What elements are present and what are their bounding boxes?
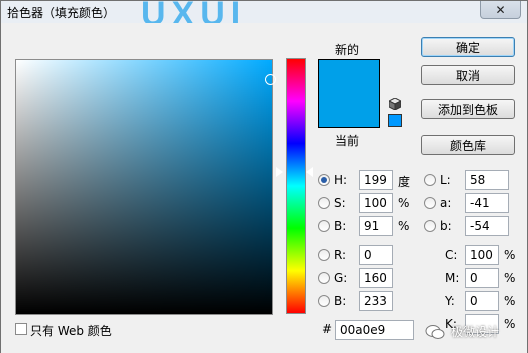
hue-label: H:: [334, 173, 348, 187]
black-unit: %: [504, 317, 516, 331]
brightness-field[interactable]: 91: [359, 216, 393, 236]
saturation-field[interactable]: 100: [359, 193, 393, 213]
color-preview: [318, 59, 380, 128]
lab-a-field[interactable]: -41: [465, 193, 509, 213]
color-libraries-button[interactable]: 颜色库: [421, 135, 515, 155]
watermark: 极微设计: [425, 323, 499, 340]
hex-hash-label: #: [322, 322, 333, 336]
watermark-text: 极微设计: [451, 325, 500, 339]
title-background-art: UXUI: [141, 1, 247, 23]
color-selection-marker[interactable]: [265, 74, 276, 85]
green-label: G:: [334, 271, 348, 285]
blue-label: B:: [334, 294, 347, 308]
lab-l-radio[interactable]: [424, 174, 436, 186]
close-icon: ✕: [495, 2, 506, 17]
cyan-field[interactable]: 100: [465, 245, 499, 265]
current-color-swatch[interactable]: [319, 93, 379, 127]
color-picker-dialog: UXUI 拾色器（填充颜色） ✕ 新的 当前 确定 取消 添加到色板 颜色库 H…: [0, 0, 528, 353]
magenta-label: M:: [445, 271, 460, 285]
lab-b-field[interactable]: -54: [465, 216, 509, 236]
lab-b-radio[interactable]: [424, 220, 436, 232]
green-radio[interactable]: [318, 272, 330, 284]
hue-field[interactable]: 199: [359, 170, 393, 190]
saturation-radio[interactable]: [318, 197, 330, 209]
web-colors-only-checkbox[interactable]: [15, 323, 27, 335]
blue-field[interactable]: 233: [359, 291, 393, 311]
add-to-swatches-button[interactable]: 添加到色板: [421, 99, 515, 119]
brightness-label: B:: [334, 219, 347, 233]
dialog-title: 拾色器（填充颜色）: [7, 6, 116, 20]
saturation-brightness-field[interactable]: [15, 59, 273, 315]
title-bar: UXUI 拾色器（填充颜色） ✕: [1, 1, 527, 23]
lab-a-label: a:: [440, 196, 452, 210]
red-radio[interactable]: [318, 249, 330, 261]
websafe-color-swatch[interactable]: [388, 114, 402, 127]
saturation-label: S:: [334, 196, 346, 210]
hue-unit: 度: [398, 175, 411, 189]
lab-b-label: b:: [440, 219, 452, 233]
red-field[interactable]: 0: [359, 245, 393, 265]
hue-radio[interactable]: [318, 174, 330, 186]
new-color-label: 新的: [335, 43, 360, 57]
cyan-label: C:: [445, 248, 458, 262]
brightness-unit: %: [398, 219, 410, 233]
ok-button[interactable]: 确定: [421, 37, 515, 57]
current-color-label: 当前: [335, 134, 360, 148]
hex-field[interactable]: 00a0e9: [335, 320, 414, 340]
yellow-label: Y:: [445, 294, 455, 308]
brightness-radio[interactable]: [318, 220, 330, 232]
yellow-field[interactable]: 0: [465, 291, 499, 311]
web-colors-only-label: 只有 Web 颜色: [30, 324, 112, 338]
yellow-unit: %: [504, 294, 516, 308]
lab-a-radio[interactable]: [424, 197, 436, 209]
blue-radio[interactable]: [318, 295, 330, 307]
hue-slider[interactable]: [286, 58, 306, 314]
hue-slider-right-handle[interactable]: [305, 166, 313, 178]
lab-l-field[interactable]: 58: [465, 170, 509, 190]
red-label: R:: [334, 248, 347, 262]
new-color-swatch: [319, 60, 379, 94]
lab-l-label: L:: [440, 173, 451, 187]
magenta-unit: %: [504, 271, 516, 285]
close-button[interactable]: ✕: [480, 1, 521, 19]
saturation-unit: %: [398, 196, 410, 210]
green-field[interactable]: 160: [359, 268, 393, 288]
cyan-unit: %: [504, 248, 516, 262]
out-of-gamut-cube-icon[interactable]: [389, 98, 401, 110]
magenta-field[interactable]: 0: [465, 268, 499, 288]
wechat-icon: [425, 324, 445, 339]
hue-slider-left-handle[interactable]: [275, 166, 283, 178]
cancel-button[interactable]: 取消: [421, 65, 515, 85]
